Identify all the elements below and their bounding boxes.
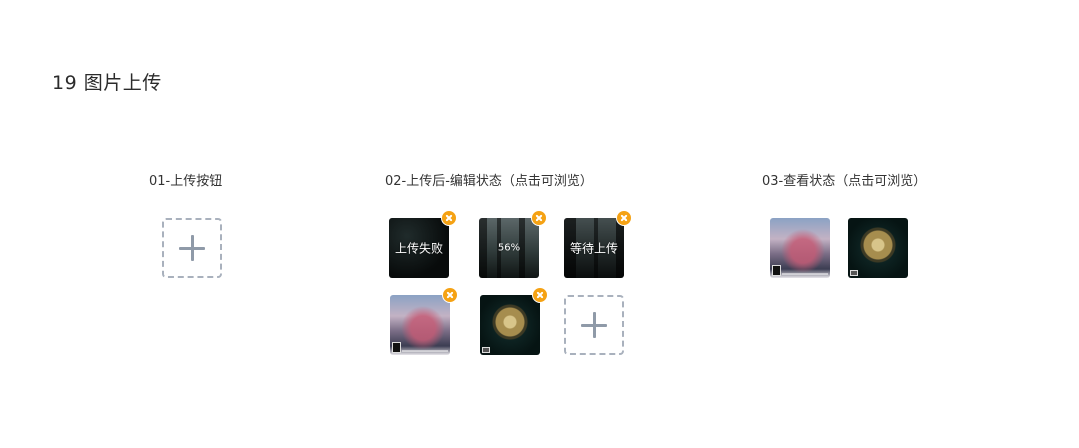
thumbnail-image: 上传失败 bbox=[389, 218, 449, 278]
watermark-bar bbox=[782, 273, 828, 275]
watermark-logo bbox=[392, 342, 401, 353]
thumbnail-image: 56% bbox=[479, 218, 539, 278]
thumbnail-image: 等待上传 bbox=[564, 218, 624, 278]
upload-button[interactable] bbox=[162, 218, 222, 278]
upload-progress-text: 56% bbox=[497, 242, 521, 254]
thumbnail-view[interactable] bbox=[848, 218, 908, 278]
remove-icon[interactable] bbox=[532, 287, 548, 303]
section-label-upload-button: 01-上传按钮 bbox=[149, 174, 223, 189]
thumbnail-uploaded[interactable] bbox=[480, 287, 548, 355]
thumbnail-image bbox=[390, 295, 450, 355]
thumbnail-upload-failed[interactable]: 上传失败 bbox=[389, 210, 457, 278]
thumbnail-image bbox=[770, 218, 830, 278]
watermark-logo bbox=[850, 270, 858, 276]
thumbnail-image bbox=[480, 295, 540, 355]
plus-icon bbox=[179, 235, 205, 261]
upload-status-text: 上传失败 bbox=[394, 241, 443, 256]
upload-status-text: 等待上传 bbox=[569, 241, 618, 256]
remove-icon[interactable] bbox=[616, 210, 632, 226]
watermark-bar bbox=[402, 350, 448, 352]
remove-icon[interactable] bbox=[441, 210, 457, 226]
upload-button[interactable] bbox=[564, 295, 624, 355]
thumbnail-view[interactable] bbox=[770, 218, 830, 278]
remove-icon[interactable] bbox=[531, 210, 547, 226]
watermark-logo bbox=[482, 347, 490, 353]
plus-icon bbox=[581, 312, 607, 338]
thumbnail-uploading[interactable]: 56% bbox=[479, 210, 547, 278]
page: 19 图片上传 01-上传按钮 02-上传后-编辑状态（点击可浏览） 上传失败 … bbox=[0, 0, 1079, 448]
remove-icon[interactable] bbox=[442, 287, 458, 303]
thumbnail-image bbox=[848, 218, 908, 278]
section-label-view-state: 03-查看状态（点击可浏览） bbox=[762, 174, 927, 189]
thumbnail-waiting[interactable]: 等待上传 bbox=[564, 210, 632, 278]
section-label-edit-state: 02-上传后-编辑状态（点击可浏览） bbox=[385, 174, 593, 189]
page-title: 19 图片上传 bbox=[52, 72, 162, 94]
thumbnail-uploaded[interactable] bbox=[390, 287, 458, 355]
watermark-logo bbox=[772, 265, 781, 276]
